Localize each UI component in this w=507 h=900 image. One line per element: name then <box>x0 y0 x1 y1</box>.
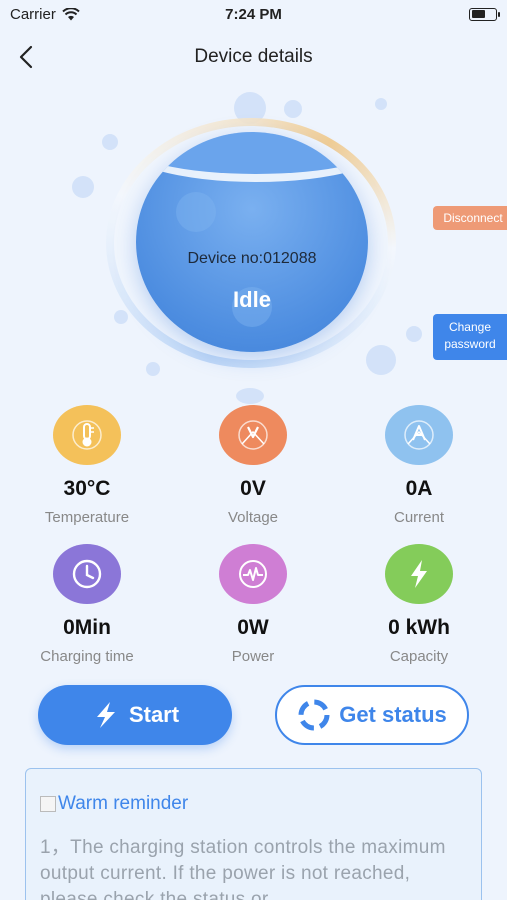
stat-current: 0A Current <box>349 405 489 526</box>
reminder-header: Warm reminder <box>40 793 467 815</box>
stat-value: 0V <box>240 477 266 500</box>
status-bar: Carrier 7:24 PM <box>0 0 507 28</box>
voltage-icon <box>219 405 287 465</box>
stat-power: 0W Power <box>183 544 323 665</box>
battery-icon <box>469 7 500 21</box>
reminder-text: 1，The charging station controls the maxi… <box>40 837 446 900</box>
back-button[interactable] <box>14 44 40 70</box>
stat-charging-time: 0Min Charging time <box>17 544 157 665</box>
decor-bubble <box>72 176 94 198</box>
stat-temperature: 30°C Temperature <box>17 405 157 526</box>
decor-bubble <box>102 134 118 150</box>
stat-value: 30°C <box>63 477 111 500</box>
device-number: Device no:012088 <box>187 250 317 267</box>
page-title: Device details <box>194 46 313 67</box>
get-status-label: Get status <box>339 702 447 727</box>
stat-label: Temperature <box>44 509 130 526</box>
decor-bubble <box>146 362 160 376</box>
lifebuoy-icon <box>298 699 330 731</box>
stat-label: Charging time <box>40 648 134 665</box>
change-password-button[interactable]: Change password <box>433 314 507 360</box>
stat-capacity: 0 kWh Capacity <box>349 544 489 665</box>
start-button[interactable]: Start <box>38 685 232 745</box>
stat-voltage: 0V Voltage <box>183 405 323 526</box>
decor-bubble <box>284 100 302 118</box>
device-state: Idle <box>233 287 271 312</box>
decor-bubble <box>375 98 387 110</box>
start-label: Start <box>128 702 180 727</box>
power-wave-icon <box>219 544 287 604</box>
status-disc: Device no:012088 Idle <box>136 132 368 352</box>
clock-icon <box>53 544 121 604</box>
decor-bubble <box>366 345 396 375</box>
reminder-title: Warm reminder <box>58 793 189 814</box>
stat-value: 0W <box>237 616 269 639</box>
lightning-icon <box>385 544 453 604</box>
stat-label: Current <box>393 509 445 526</box>
wifi-icon <box>62 7 80 20</box>
reminder-checkbox[interactable] <box>40 796 56 812</box>
thermometer-icon <box>53 405 121 465</box>
lightning-icon <box>96 702 115 728</box>
current-icon <box>385 405 453 465</box>
stat-value: 0 kWh <box>388 616 450 639</box>
stat-label: Power <box>231 648 275 665</box>
stat-label: Voltage <box>227 509 279 526</box>
disconnect-button[interactable]: Disconnect <box>433 206 507 230</box>
device-hero: Device no:012088 Idle Disconnect Change … <box>0 88 507 404</box>
warm-reminder: Warm reminder 1，The charging station con… <box>25 768 482 900</box>
stat-label: Capacity <box>389 648 449 665</box>
decor-bubble <box>236 388 264 404</box>
carrier-label: Carrier <box>10 5 56 23</box>
decor-bubble <box>406 326 422 342</box>
stat-value: 0Min <box>63 616 111 639</box>
stat-value: 0A <box>405 477 433 500</box>
decor-bubble <box>114 310 128 324</box>
status-left: Carrier <box>10 6 80 23</box>
get-status-button[interactable]: Get status <box>275 685 469 745</box>
nav-bar: Device details <box>0 36 507 78</box>
